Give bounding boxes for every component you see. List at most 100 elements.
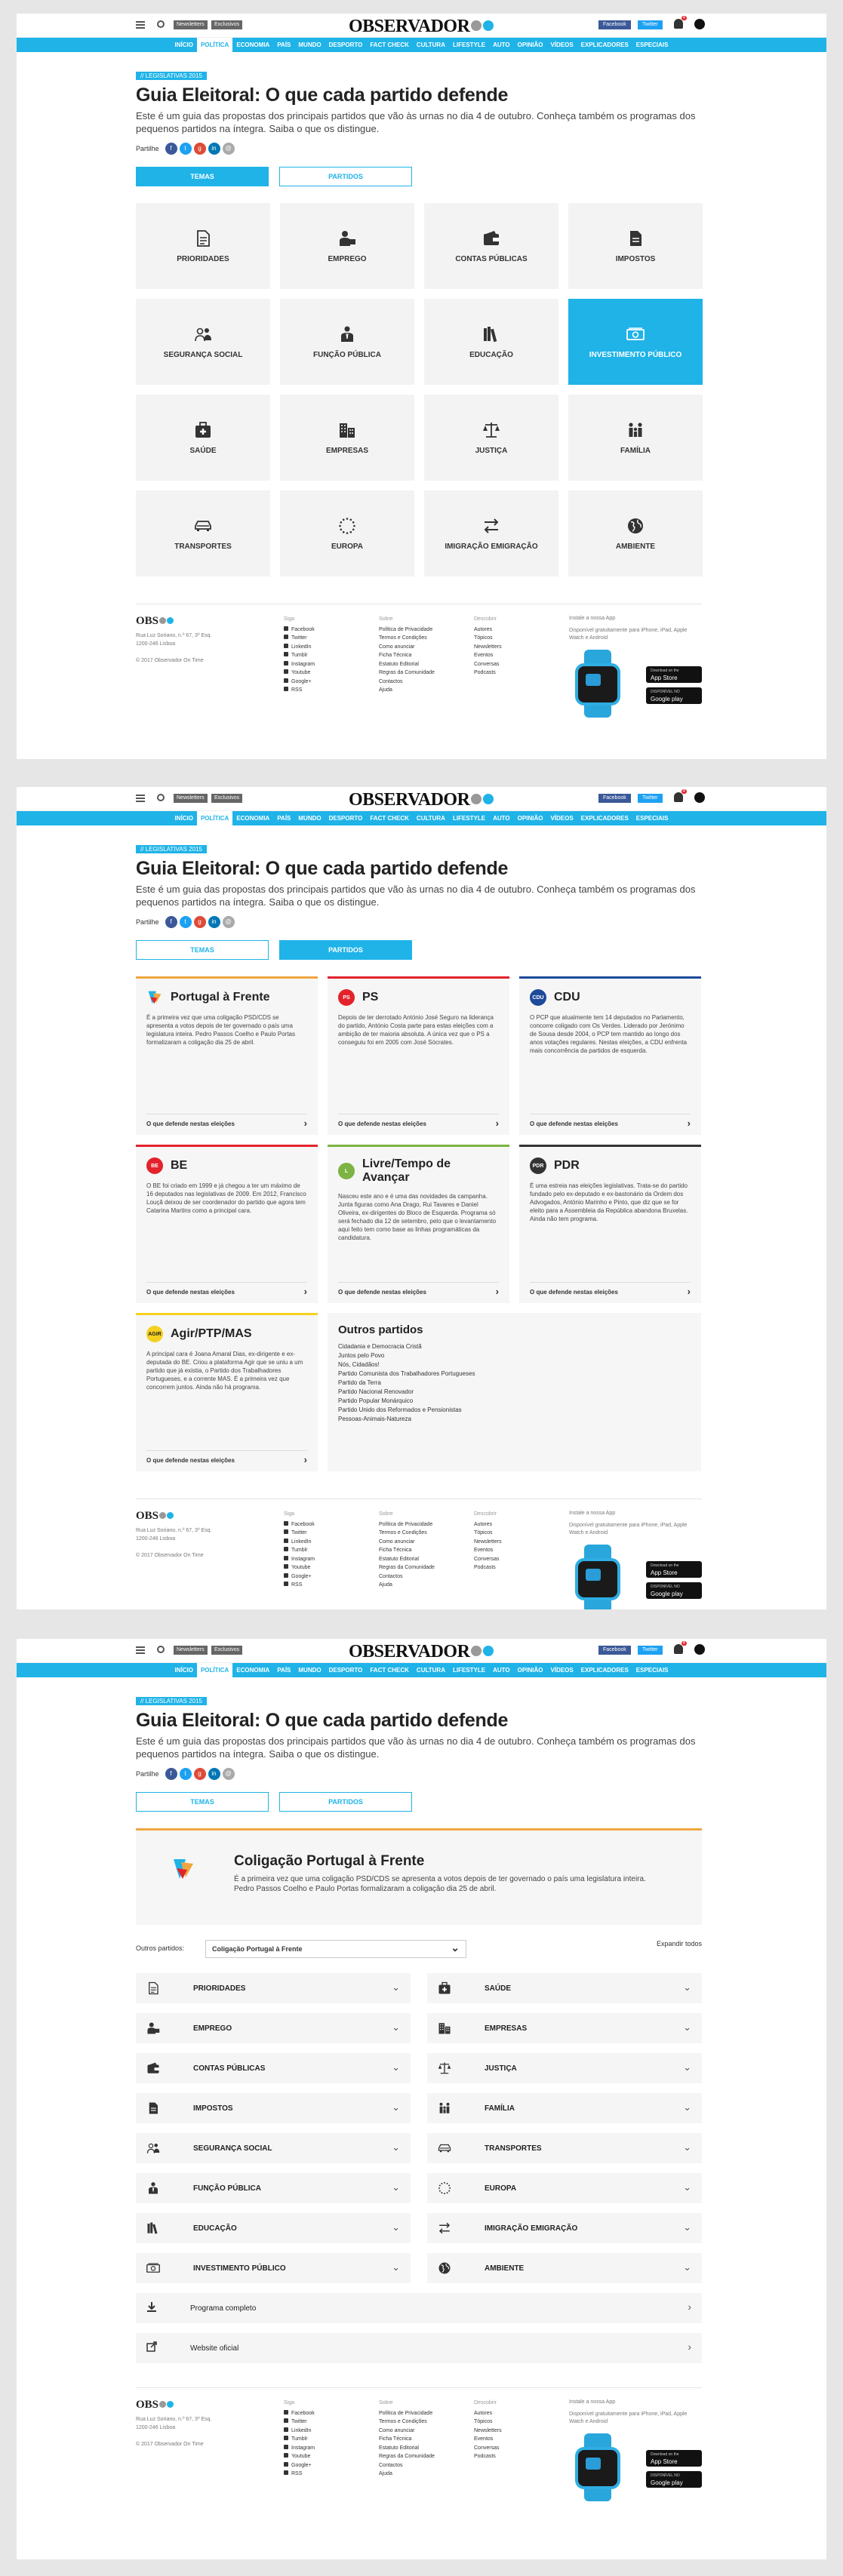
nav-item-active[interactable]: POLÍTICA xyxy=(196,1663,233,1677)
other-party-link[interactable]: Partido da Terra xyxy=(338,1379,691,1388)
footer-logo[interactable]: OBS xyxy=(136,2399,174,2412)
exclusives-link[interactable]: Exclusivos xyxy=(211,1646,243,1655)
other-party-link[interactable]: Partido Unido dos Reformados e Pensionis… xyxy=(338,1406,691,1415)
facebook-button[interactable]: Facebook xyxy=(598,20,631,29)
footer-link[interactable]: Instagram xyxy=(284,1555,315,1564)
footer-link[interactable]: Newsletters xyxy=(474,1538,502,1547)
other-party-link[interactable]: Nós, Cidadãos! xyxy=(338,1360,691,1369)
nav-item[interactable]: EXPLICADORES xyxy=(577,811,632,825)
footer-link[interactable]: Youtube xyxy=(284,669,315,678)
other-party-link[interactable]: Partido Comunista dos Trabalhadores Port… xyxy=(338,1369,691,1379)
footer-link[interactable]: Política de Privacidade xyxy=(379,2409,435,2418)
footer-link[interactable]: Estatuto Editorial xyxy=(379,660,435,669)
website-link[interactable]: Website oficial › xyxy=(136,2333,702,2363)
twitter-button[interactable]: Twitter xyxy=(638,20,663,29)
exclusives-link[interactable]: Exclusivos xyxy=(211,20,243,29)
theme-accordion-item[interactable]: JUSTIÇA ⌄ xyxy=(427,2053,702,2083)
nav-item[interactable]: OPINIÃO xyxy=(514,1663,547,1677)
nav-item[interactable]: AUTO xyxy=(489,38,514,52)
footer-link[interactable]: Como anunciar xyxy=(379,2427,435,2436)
footer-link[interactable]: Tópicos xyxy=(474,2418,502,2427)
newsletters-link[interactable]: Newsletters xyxy=(174,794,208,803)
footer-link[interactable]: Youtube xyxy=(284,2452,315,2461)
theme-tile[interactable]: FUNÇÃO PÚBLICA xyxy=(280,299,414,385)
nav-item[interactable]: LIFESTYLE xyxy=(449,1663,489,1677)
theme-tile[interactable]: SAÚDE xyxy=(136,395,270,481)
footer-link[interactable]: Regras da Comunidade xyxy=(379,1563,435,1572)
email-icon[interactable]: @ xyxy=(222,1768,235,1780)
footer-link[interactable]: Conversas xyxy=(474,2444,502,2453)
footer-link[interactable]: Twitter xyxy=(284,1529,315,1538)
footer-link[interactable]: Contactos xyxy=(379,1572,435,1582)
app-store-badge[interactable]: Download on the App Store xyxy=(646,2450,702,2467)
menu-icon[interactable] xyxy=(136,21,145,29)
nav-item[interactable]: DESPORTO xyxy=(325,38,367,52)
tab-parties[interactable]: PARTIDOS xyxy=(279,167,412,186)
nav-item[interactable]: MUNDO xyxy=(294,38,325,52)
google-play-badge[interactable]: DISPONÍVEL NO Google play xyxy=(646,2471,702,2488)
nav-item[interactable]: AUTO xyxy=(489,1663,514,1677)
footer-link[interactable]: LinkedIn xyxy=(284,2427,315,2436)
theme-accordion-item[interactable]: PRIORIDADES ⌄ xyxy=(136,1973,411,2003)
footer-link[interactable]: Autores xyxy=(474,2409,502,2418)
google-plus-icon[interactable]: g xyxy=(193,143,206,155)
footer-link[interactable]: Instagram xyxy=(284,2444,315,2453)
theme-tile[interactable]: TRANSPORTES xyxy=(136,490,270,576)
nav-item[interactable]: INÍCIO xyxy=(171,38,197,52)
theme-accordion-item[interactable]: FAMÍLIA ⌄ xyxy=(427,2093,702,2123)
theme-tile[interactable]: JUSTIÇA xyxy=(424,395,558,481)
theme-tile[interactable]: INVESTIMENTO PÚBLICO xyxy=(568,299,703,385)
linkedin-icon[interactable]: in xyxy=(208,1768,220,1780)
footer-link[interactable]: Regras da Comunidade xyxy=(379,2452,435,2461)
exclusives-link[interactable]: Exclusivos xyxy=(211,794,243,803)
theme-accordion-item[interactable]: AMBIENTE ⌄ xyxy=(427,2253,702,2283)
footer-link[interactable]: Ajuda xyxy=(379,2470,435,2479)
footer-link[interactable]: Ajuda xyxy=(379,1581,435,1590)
theme-tile[interactable]: PRIORIDADES xyxy=(136,203,270,289)
footer-link[interactable]: Termos e Condições xyxy=(379,634,435,643)
footer-link[interactable]: Twitter xyxy=(284,634,315,643)
footer-link[interactable]: Como anunciar xyxy=(379,643,435,652)
footer-link[interactable]: Autores xyxy=(474,1520,502,1529)
theme-accordion-item[interactable]: EDUCAÇÃO ⌄ xyxy=(136,2213,411,2243)
tab-parties[interactable]: PARTIDOS xyxy=(279,1792,412,1812)
nav-item[interactable]: MUNDO xyxy=(294,1663,325,1677)
party-card[interactable]: AGIR Agir/PTP/MAS A principal cara é Joana… xyxy=(136,1313,318,1471)
footer-link[interactable]: Ajuda xyxy=(379,686,435,695)
footer-link[interactable]: Conversas xyxy=(474,1555,502,1564)
footer-link[interactable]: Estatuto Editorial xyxy=(379,2444,435,2453)
footer-link[interactable]: Tumblr xyxy=(284,2435,315,2444)
nav-item[interactable]: PAÍS xyxy=(273,811,294,825)
party-select[interactable]: Coligação Portugal à Frente xyxy=(205,1940,466,1958)
search-icon[interactable] xyxy=(157,20,165,28)
nav-item[interactable]: DESPORTO xyxy=(325,1663,367,1677)
user-avatar[interactable] xyxy=(694,792,705,803)
site-logo[interactable]: OBSERVADOR xyxy=(349,17,494,37)
nav-item-active[interactable]: POLÍTICA xyxy=(196,38,233,52)
nav-item[interactable]: DESPORTO xyxy=(325,811,367,825)
notifications-icon[interactable]: 4 xyxy=(674,1641,687,1654)
tab-themes[interactable]: TEMAS xyxy=(136,1792,269,1812)
party-proposals-link[interactable]: O que defende nestas eleições xyxy=(146,1450,307,1465)
nav-item-active[interactable]: POLÍTICA xyxy=(196,811,233,825)
theme-tile[interactable]: AMBIENTE xyxy=(568,490,703,576)
footer-link[interactable]: Eventos xyxy=(474,2435,502,2444)
footer-link[interactable]: Política de Privacidade xyxy=(379,626,435,635)
twitter-icon[interactable]: t xyxy=(179,1768,192,1780)
footer-link[interactable]: Termos e Condições xyxy=(379,2418,435,2427)
theme-accordion-item[interactable]: TRANSPORTES ⌄ xyxy=(427,2133,702,2163)
other-party-link[interactable]: Partido Popular Monárquico xyxy=(338,1397,691,1406)
twitter-icon[interactable]: t xyxy=(179,143,192,155)
facebook-button[interactable]: Facebook xyxy=(598,794,631,803)
footer-link[interactable]: Ficha Técnica xyxy=(379,2435,435,2444)
user-avatar[interactable] xyxy=(694,19,705,29)
theme-tile[interactable]: IMPOSTOS xyxy=(568,203,703,289)
footer-link[interactable]: Ficha Técnica xyxy=(379,651,435,660)
party-proposals-link[interactable]: O que defende nestas eleições xyxy=(146,1282,307,1297)
nav-item[interactable]: CULTURA xyxy=(413,811,449,825)
nav-item[interactable]: EXPLICADORES xyxy=(577,38,632,52)
theme-tile[interactable]: FAMÍLIA xyxy=(568,395,703,481)
nav-item[interactable]: ESPECIAIS xyxy=(632,38,672,52)
footer-link[interactable]: LinkedIn xyxy=(284,1538,315,1547)
nav-item[interactable]: ECONOMIA xyxy=(232,1663,273,1677)
